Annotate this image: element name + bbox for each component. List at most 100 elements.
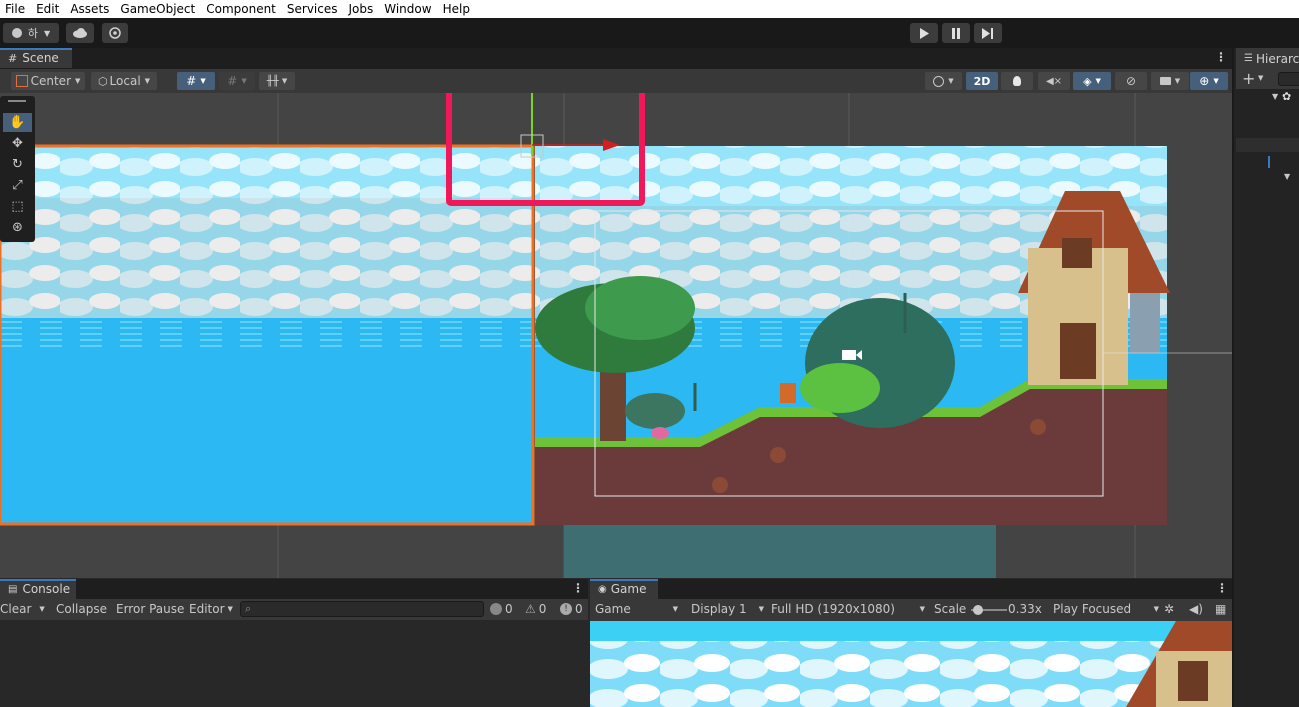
camera-dropdown[interactable]: ▼ — [1151, 72, 1189, 90]
menu-assets[interactable]: Assets — [65, 2, 115, 16]
cube-icon: ⬡ — [97, 74, 108, 88]
scale-slider-thumb[interactable] — [973, 605, 983, 615]
search-icon: ⌕ — [245, 602, 252, 615]
kebab-menu-icon[interactable]: ⋮ — [572, 581, 584, 595]
game-view[interactable] — [590, 621, 1232, 707]
grid-visibility-icon: # — [227, 74, 238, 88]
rect-tool-button[interactable]: ⬚ — [3, 197, 32, 216]
transform-tool-button[interactable]: ⊛ — [3, 218, 32, 237]
grid-visibility-button[interactable]: # ▼ — [219, 72, 255, 90]
log-count-toggle[interactable]: 0 — [490, 599, 513, 619]
chevron-down-icon: ▼ — [227, 605, 233, 613]
effects-dropdown[interactable]: ◈ ▼ — [1073, 72, 1111, 90]
mute-audio-button[interactable]: ◀) — [1189, 599, 1203, 619]
effects-layers-icon: ◈ — [1083, 74, 1092, 88]
scale-tool-button[interactable]: ⤢ — [3, 176, 32, 195]
foldout-arrow-icon[interactable]: ▼ — [1272, 92, 1278, 101]
scale-slider[interactable] — [971, 605, 1007, 615]
warning-count-toggle[interactable]: ⚠ 0 — [525, 599, 546, 619]
stats-button[interactable]: ▦ — [1215, 599, 1226, 619]
pivot-dropdown[interactable]: Center ▼ — [11, 72, 85, 90]
grid-snap-button[interactable]: # ▼ — [177, 72, 215, 90]
account-label: 하 — [27, 27, 38, 40]
console-search-input[interactable]: ⌕ — [240, 601, 484, 617]
add-icon[interactable]: + — [1242, 69, 1255, 88]
hierarchy-marker — [1268, 156, 1270, 168]
display-dropdown[interactable]: Display 1 ▼ — [691, 599, 764, 619]
tab-scene[interactable]: # Scene — [0, 48, 72, 68]
ruler-icon: ╫╫ — [266, 75, 279, 87]
game-view-dropdown[interactable]: Game ▼ — [595, 599, 680, 619]
step-button[interactable] — [974, 23, 1002, 43]
tab-console[interactable]: ▤ Console — [0, 579, 76, 599]
hierarchy-row[interactable] — [1236, 138, 1299, 152]
game-tab-label: Game — [610, 582, 647, 596]
mode-2d-label: 2D — [973, 74, 991, 88]
lighting-toggle[interactable] — [1001, 72, 1033, 90]
resolution-dropdown[interactable]: Full HD (1920x1080) ▼ — [771, 599, 925, 619]
menu-services[interactable]: Services — [282, 2, 344, 16]
gizmos-dropdown[interactable]: ⊕ ▼ — [1190, 72, 1228, 90]
scale-icon: ⤢ — [12, 178, 23, 193]
camera-icon — [1159, 77, 1171, 85]
menu-edit[interactable]: Edit — [31, 2, 65, 16]
account-dropdown[interactable]: 하 ▼ — [3, 23, 59, 43]
move-tool-button[interactable]: ✥ — [3, 134, 32, 153]
frame-debugger-button[interactable]: ✲ — [1164, 599, 1174, 619]
console-icon: ▤ — [8, 583, 18, 595]
clear-dropdown[interactable]: Clear ▼ — [0, 599, 50, 619]
play-mode-dropdown[interactable]: Play Focused ▼ — [1053, 599, 1159, 619]
menu-jobs[interactable]: Jobs — [344, 2, 380, 16]
display-label: Display 1 — [691, 602, 747, 616]
collab-button[interactable] — [102, 23, 128, 43]
editor-dropdown[interactable]: Editor ▼ — [189, 599, 233, 619]
step-icon — [982, 27, 993, 39]
list-icon: ☰ — [1244, 53, 1253, 64]
audio-toggle[interactable]: ◀× — [1038, 72, 1070, 90]
tab-game[interactable]: ◉ Game — [590, 579, 658, 599]
error-pause-button[interactable]: Error Pause — [116, 599, 184, 619]
scale-value: 0.33x — [1008, 602, 1042, 616]
space-dropdown[interactable]: ⬡ Local ▼ — [91, 72, 157, 90]
drag-handle[interactable] — [8, 100, 26, 102]
menu-gameobject[interactable]: GameObject — [115, 2, 201, 16]
scene-visibility-toggle[interactable]: ⊘ — [1115, 72, 1147, 90]
kebab-menu-icon[interactable]: ⋮ — [1215, 50, 1227, 64]
kebab-menu-icon[interactable]: ⋮ — [1216, 581, 1228, 595]
chevron-down-icon: ▼ — [1213, 77, 1219, 85]
error-count-toggle[interactable]: ! 0 — [560, 599, 583, 619]
play-button[interactable] — [910, 23, 938, 43]
cloud-button[interactable] — [66, 23, 94, 43]
chevron-down-icon: ▼ — [241, 77, 247, 85]
menu-component[interactable]: Component — [201, 2, 282, 16]
menu-help[interactable]: Help — [438, 2, 476, 16]
scene-tab-label: Scene — [22, 51, 59, 65]
hand-tool-button[interactable]: ✋ — [3, 113, 32, 132]
speaker-icon: ◀) — [1189, 602, 1203, 616]
menu-file[interactable]: File — [0, 2, 31, 16]
increment-snap-button[interactable]: ╫╫ ▼ — [259, 72, 295, 90]
scene-view[interactable]: ✋ ✥ ↻ ⤢ ⬚ ⊛ — [0, 93, 1232, 578]
eye-hidden-icon: ⊘ — [1125, 74, 1137, 88]
unity-scene-icon: ✿ — [1282, 90, 1292, 103]
log-count: 0 — [505, 602, 513, 616]
mode-2d-button[interactable]: 2D — [966, 72, 998, 90]
collapse-label: Collapse — [56, 602, 107, 616]
draw-mode-dropdown[interactable]: ▼ — [925, 72, 962, 90]
grid-icon: # — [8, 51, 18, 65]
hand-icon: ✋ — [9, 115, 26, 130]
collapse-button[interactable]: Collapse — [56, 599, 107, 619]
hierarchy-search-input[interactable] — [1278, 72, 1299, 86]
play-mode-label: Play Focused — [1053, 602, 1132, 616]
gamepad-icon: ◉ — [598, 583, 607, 595]
chevron-down-icon: ▼ — [144, 77, 151, 85]
tab-hierarchy[interactable]: ☰ Hierarc — [1236, 48, 1299, 69]
error-count: 0 — [575, 602, 583, 616]
rotate-tool-button[interactable]: ↻ — [3, 155, 32, 174]
chevron-down-icon: ▼ — [948, 77, 954, 85]
console-toolbar: Clear ▼ Collapse Error Pause Editor ▼ ⌕ … — [0, 599, 588, 620]
pause-button[interactable] — [942, 23, 970, 43]
menu-window[interactable]: Window — [379, 2, 437, 16]
foldout-arrow-icon[interactable]: ▼ — [1284, 172, 1290, 181]
chevron-down-icon: ▼ — [1174, 77, 1181, 85]
